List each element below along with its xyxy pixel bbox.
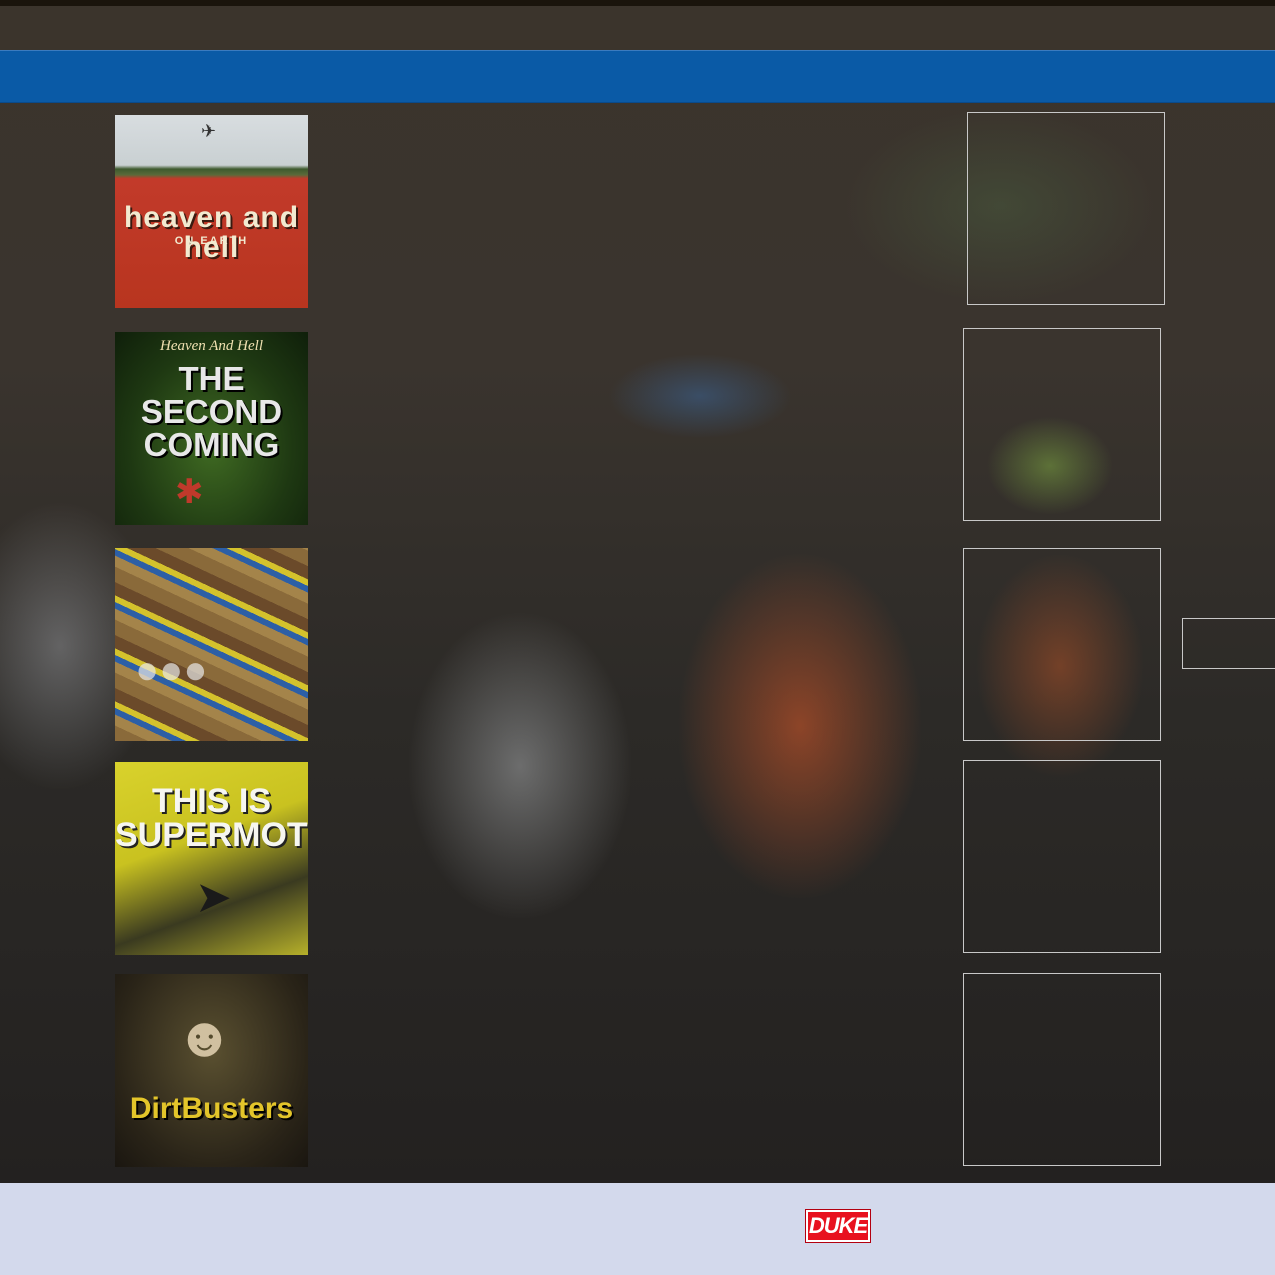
empty-frame — [963, 548, 1161, 741]
dirt-bikes-lineup-icon: ●●● — [135, 648, 208, 692]
cover-subtitle: ON EARTH — [174, 235, 249, 247]
duke-logo[interactable]: DUKE — [805, 1209, 871, 1243]
empty-frame — [963, 328, 1161, 521]
footer-band — [0, 1183, 1275, 1275]
cover-second-coming[interactable]: Heaven And Hell THE SECOND COMING ✱ — [115, 332, 308, 525]
cover-tagline: Heaven And Hell — [159, 338, 264, 354]
cover-motocross-lineup[interactable]: ●●● — [115, 548, 308, 741]
header-banner — [0, 50, 1275, 103]
rider-icon: ➤ — [195, 873, 232, 922]
cover-title: THIS IS SUPERMOTO — [115, 782, 308, 854]
cover-title: heaven and hell — [123, 201, 300, 264]
empty-frame — [963, 973, 1161, 1166]
cover-title: THE SECOND COMING — [140, 360, 283, 463]
cover-dirtbusters[interactable]: ☻ DirtBusters — [115, 974, 308, 1167]
empty-frame — [963, 760, 1161, 953]
edge-frame — [1182, 618, 1275, 669]
rider-icon: ☻ — [175, 1005, 234, 1068]
rider-icon: ✱ — [175, 473, 204, 511]
cover-this-is-supermoto[interactable]: THIS IS SUPERMOTO ➤ — [115, 762, 308, 955]
empty-frame — [967, 112, 1165, 305]
motocross-rider-icon: ✈ — [201, 121, 217, 141]
cover-title: DirtBusters — [129, 1092, 294, 1125]
cover-heaven-and-hell[interactable]: ✈ heaven and hell ON EARTH — [115, 115, 308, 308]
